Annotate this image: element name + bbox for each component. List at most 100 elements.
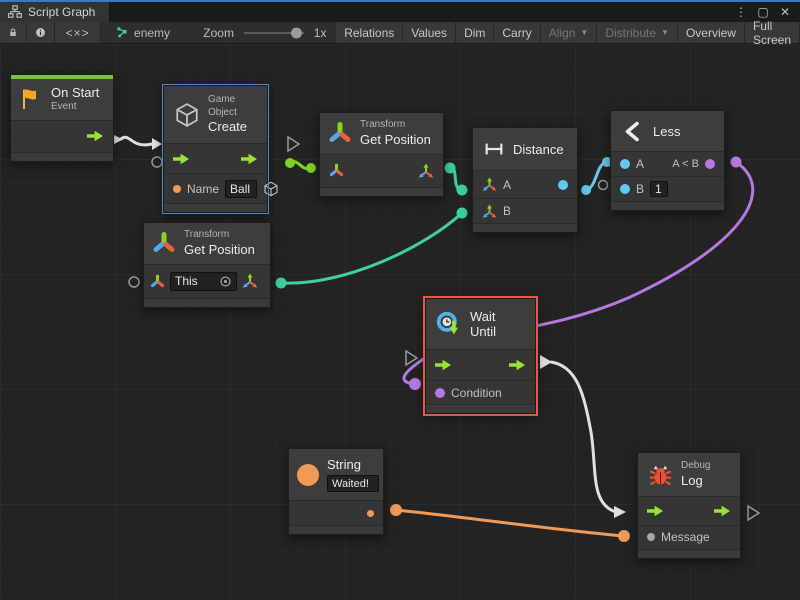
maximize-icon[interactable]: ▢ bbox=[754, 5, 772, 19]
flow-in-icon[interactable] bbox=[173, 153, 190, 165]
flow-out-icon[interactable] bbox=[87, 130, 104, 142]
target-input[interactable] bbox=[175, 274, 215, 288]
object-picker-icon[interactable] bbox=[219, 275, 232, 288]
node-debug-log[interactable]: Debug Log Message bbox=[637, 452, 741, 559]
port-debuglog-message-in[interactable] bbox=[618, 530, 630, 542]
node-get-position-1[interactable]: Transform Get Position bbox=[319, 112, 444, 197]
port-create-target-unconnected[interactable] bbox=[152, 157, 162, 167]
vector3-port-icon[interactable] bbox=[418, 163, 434, 179]
node-category: Game Object bbox=[208, 94, 257, 119]
port-string-out[interactable] bbox=[390, 504, 402, 516]
node-wait-until[interactable]: Wait Until Condition bbox=[425, 298, 536, 414]
distribute-button[interactable]: Distribute ▼ bbox=[597, 22, 678, 43]
port-distance-a-in[interactable] bbox=[457, 185, 468, 196]
port-getposition2-target-unconnected[interactable] bbox=[129, 277, 139, 287]
flow-out-icon[interactable] bbox=[509, 359, 526, 371]
bool-port-icon[interactable] bbox=[435, 388, 445, 398]
port-getposition1-in[interactable] bbox=[306, 163, 316, 173]
port-create-gameobject-out[interactable] bbox=[285, 158, 295, 168]
flow-arrowhead bbox=[152, 138, 162, 150]
flag-icon bbox=[19, 87, 43, 111]
full-screen-button[interactable]: Full Screen bbox=[745, 22, 800, 43]
b-value-input[interactable] bbox=[650, 181, 668, 197]
port-row-a: A A < B bbox=[611, 151, 724, 176]
carry-button[interactable]: Carry bbox=[494, 22, 540, 43]
wire-getposition2-distance-b[interactable] bbox=[281, 213, 462, 283]
float-port-icon[interactable] bbox=[620, 184, 630, 194]
menu-icon[interactable]: ⋮ bbox=[732, 5, 750, 19]
flow-in-icon[interactable] bbox=[435, 359, 452, 371]
float-port-icon[interactable] bbox=[620, 159, 630, 169]
align-button[interactable]: Align ▼ bbox=[541, 22, 598, 43]
node-header: Distance bbox=[473, 128, 577, 170]
node-string[interactable]: String bbox=[288, 448, 384, 535]
node-footer bbox=[473, 223, 577, 232]
transform-port-icon[interactable] bbox=[329, 163, 344, 178]
node-footer bbox=[611, 201, 724, 210]
flow-out-port-debuglog-unconnected[interactable] bbox=[748, 506, 759, 520]
float-output-icon[interactable] bbox=[558, 180, 568, 190]
close-icon[interactable]: ✕ bbox=[776, 5, 794, 19]
target-field[interactable] bbox=[170, 272, 237, 291]
node-less[interactable]: Less A A < B B bbox=[610, 110, 725, 211]
wait-clock-icon bbox=[436, 311, 462, 337]
zoom-slider-handle[interactable] bbox=[291, 27, 302, 38]
node-header: Less bbox=[611, 111, 724, 151]
port-row-condition: Condition bbox=[426, 380, 535, 404]
flow-in-icon[interactable] bbox=[647, 505, 664, 517]
port-label: Name bbox=[187, 182, 219, 196]
wire-onstart-create[interactable] bbox=[121, 137, 152, 145]
port-less-out[interactable] bbox=[731, 157, 742, 168]
port-getposition2-out[interactable] bbox=[276, 278, 287, 289]
node-get-position-2[interactable]: Transform Get Position bbox=[143, 222, 271, 308]
vector3-port-icon[interactable] bbox=[242, 273, 258, 289]
port-label: Message bbox=[661, 530, 710, 544]
message-port-icon[interactable] bbox=[647, 533, 655, 541]
flow-out-port-create-unconnected[interactable] bbox=[288, 137, 299, 151]
values-button[interactable]: Values bbox=[403, 22, 456, 43]
info-button[interactable] bbox=[27, 22, 55, 43]
string-port-icon[interactable] bbox=[173, 185, 181, 193]
gameobject-output-icon[interactable] bbox=[263, 181, 279, 197]
name-input[interactable] bbox=[225, 180, 257, 198]
flow-out-icon[interactable] bbox=[241, 153, 258, 165]
code-icon: <×> bbox=[66, 26, 90, 40]
relations-button[interactable]: Relations bbox=[336, 22, 403, 43]
button-label: Align bbox=[549, 26, 576, 40]
port-getposition1-out[interactable] bbox=[445, 163, 456, 174]
transform-port-icon[interactable] bbox=[150, 274, 165, 289]
dim-button[interactable]: Dim bbox=[456, 22, 494, 43]
code-view-button[interactable]: <×> bbox=[55, 22, 101, 43]
node-category: Transform bbox=[360, 119, 431, 132]
port-distance-out[interactable] bbox=[581, 185, 591, 195]
overview-button[interactable]: Overview bbox=[678, 22, 745, 43]
port-distance-b-in[interactable] bbox=[457, 208, 468, 219]
port-less-b-unconnected[interactable] bbox=[599, 181, 608, 190]
node-footer bbox=[289, 525, 383, 534]
node-category: Debug bbox=[681, 460, 710, 473]
node-create[interactable]: Game Object Create Name bbox=[163, 85, 268, 213]
vector3-port-icon[interactable] bbox=[482, 177, 497, 192]
port-waituntil-condition-in[interactable] bbox=[409, 378, 421, 390]
wire-waituntil-debuglog[interactable] bbox=[551, 362, 616, 512]
flow-in-port-waituntil[interactable] bbox=[406, 351, 417, 365]
flow-out-icon[interactable] bbox=[714, 505, 731, 517]
lock-button[interactable] bbox=[0, 22, 27, 43]
vector3-port-icon[interactable] bbox=[482, 204, 497, 219]
tab-title: Script Graph bbox=[28, 5, 95, 19]
node-distance[interactable]: Distance A B bbox=[472, 127, 578, 233]
string-icon bbox=[297, 464, 319, 486]
info-icon bbox=[35, 26, 46, 39]
bool-output-icon[interactable] bbox=[705, 159, 715, 169]
string-output-icon[interactable] bbox=[367, 510, 374, 517]
graph-reference[interactable]: enemy bbox=[110, 22, 176, 43]
title-bar: Script Graph ⋮ ▢ ✕ bbox=[0, 0, 800, 22]
zoom-slider[interactable] bbox=[244, 22, 304, 43]
node-footer bbox=[164, 203, 267, 212]
graph-canvas[interactable]: On Start Event Game Object Create Name bbox=[0, 44, 800, 600]
tab-script-graph[interactable]: Script Graph bbox=[0, 2, 110, 22]
string-value-input[interactable] bbox=[327, 475, 379, 492]
node-on-start[interactable]: On Start Event bbox=[10, 74, 114, 162]
wire-string-debuglog[interactable] bbox=[396, 510, 624, 536]
node-title: Distance bbox=[513, 142, 564, 157]
